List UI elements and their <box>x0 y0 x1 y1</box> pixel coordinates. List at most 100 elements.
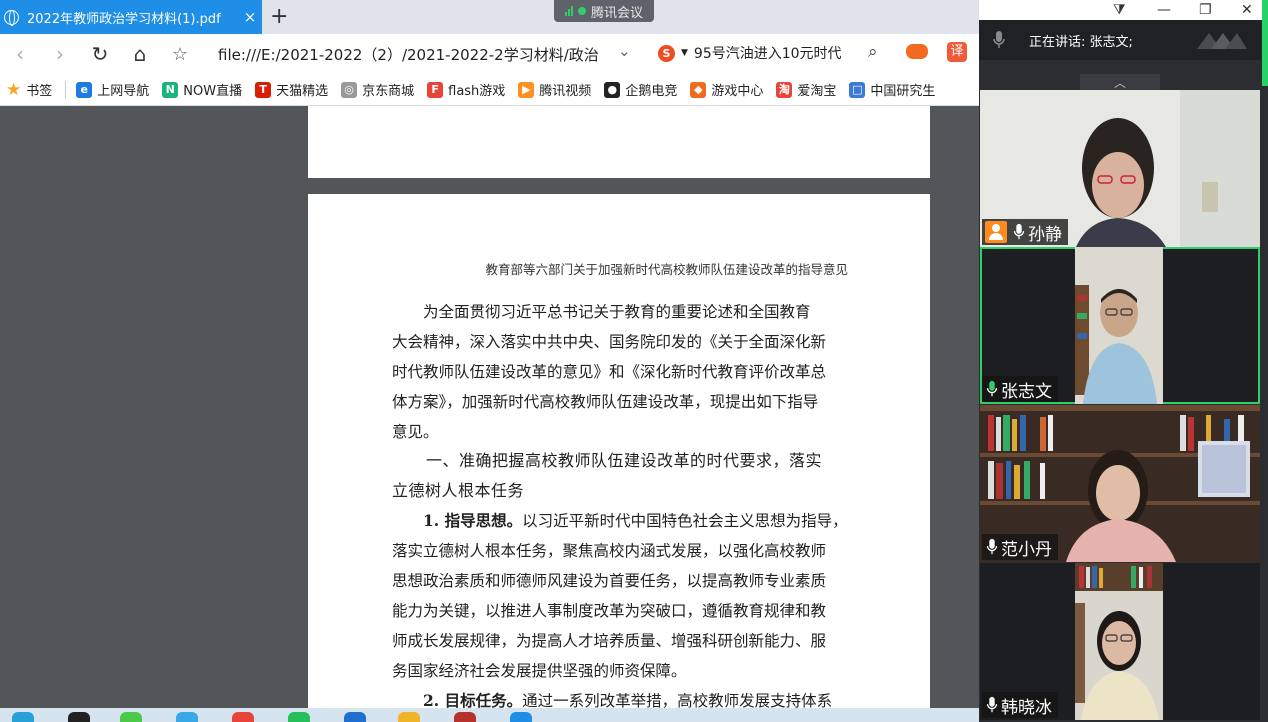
meeting-pill-label: 腾讯会议 <box>590 5 643 21</box>
participant-name-tag: 孙静 <box>982 219 1068 245</box>
translate-icon[interactable]: 译 <box>947 42 967 62</box>
qq-icon[interactable] <box>68 712 90 722</box>
taskbar-app-icon[interactable] <box>288 712 310 722</box>
bookmark-label: 中国研究生 <box>870 84 936 99</box>
tab-bar: 2022年教师政治学习材料(1).pdf × + <box>0 0 980 34</box>
taskbar-app-icon[interactable] <box>454 712 476 722</box>
bookmark-label: 企鹅电竞 <box>625 84 678 99</box>
pdf-viewer[interactable]: 教育部等六部门关于加强新时代高校教师队伍建设改革的指导意见 为全面贯彻习近平总书… <box>0 106 980 708</box>
bookmark-item[interactable]: ● 企鹅电竞 <box>604 80 677 99</box>
search-suggestion-text: 95号汽油进入10元时代 <box>693 46 842 62</box>
intro-paragraph: 为全面贯彻习近平总书记关于教育的重要论述和全国教育 大会精神，深入落实中共中央、… <box>392 303 827 441</box>
microphone-icon <box>986 538 998 555</box>
speaking-label: 正在讲话: 张志文; <box>1029 34 1133 50</box>
sogou-icon: S <box>658 44 675 62</box>
video-tile-zhang-zhiwen[interactable]: 张志文 <box>980 247 1260 404</box>
bookmark-list: e 上网导航 N NOW直播 T 天猫精选 ◎ 京东商城 Fflash游戏 ▶ 腾讯视频 ● 企鹅电竞 ◆… <box>76 80 948 99</box>
pdf-page: 教育部等六部门关于加强新时代高校教师队伍建设改革的指导意见 为全面贯彻习近平总书… <box>308 194 930 708</box>
bookmark-site-icon: T <box>255 81 272 98</box>
bookmark-site-icon: e <box>76 81 93 98</box>
bookmark-site-icon: F <box>427 81 444 98</box>
participant-name: 孙静 <box>1028 224 1062 245</box>
address-field[interactable]: file:///E:/2021-2022（2）/2021-2022-2学习材料/… <box>218 44 599 65</box>
star-icon: ★ <box>6 79 22 100</box>
gamepad-icon[interactable] <box>906 44 928 59</box>
microphone-icon <box>1013 223 1025 240</box>
bookmark-item[interactable]: □ 中国研究生 <box>849 80 935 99</box>
pdf-page-previous <box>308 106 930 178</box>
taskbar-app-icon[interactable] <box>344 712 366 722</box>
participant-name-tag: 张志文 <box>982 376 1058 402</box>
microphone-icon[interactable] <box>991 30 1007 50</box>
back-icon[interactable]: ‹ <box>0 42 40 66</box>
bookmark-label: 腾讯视频 <box>539 84 592 99</box>
bookmark-item[interactable]: e 上网导航 <box>76 80 149 99</box>
signal-icon <box>564 6 573 16</box>
recording-dot-icon <box>577 7 586 15</box>
chevron-down-icon[interactable]: ⌄ <box>618 42 631 60</box>
bookmark-site-icon: ◆ <box>690 81 707 98</box>
participant-name-tag: 韩晓冰 <box>982 692 1058 718</box>
section-heading: 一、准确把握高校教师队伍建设改革的时代要求，落实 立德树人根本任务 <box>392 451 823 500</box>
microphone-speaking-icon <box>986 380 998 397</box>
taskbar-app-icon[interactable] <box>510 712 532 722</box>
divider <box>65 80 67 99</box>
screen-share-indicator <box>1262 0 1268 86</box>
bookmark-site-icon: ◎ <box>341 81 358 98</box>
filter-icon[interactable]: ⧩ <box>1113 2 1126 18</box>
bookmark-site-icon: □ <box>849 81 866 98</box>
folder-icon[interactable] <box>398 712 420 722</box>
target-task-paragraph: 2. 目标任务。通过一系列改革举措，高校教师发展支持体系 <box>423 691 833 708</box>
taskbar-app-icon[interactable] <box>12 712 34 722</box>
microphone-icon <box>986 696 998 713</box>
bookmark-item[interactable]: ▶ 腾讯视频 <box>518 80 591 99</box>
bookmark-item[interactable]: T 天猫精选 <box>255 80 328 99</box>
bookmark-label: 爱淘宝 <box>797 84 837 99</box>
bookmark-label: flash游戏 <box>448 84 506 99</box>
bookmark-item[interactable]: ◎ 京东商城 <box>341 80 414 99</box>
video-tile-sun-jing[interactable]: 孙静 <box>980 90 1260 247</box>
restore-icon[interactable]: ❐ <box>1199 2 1212 18</box>
window-controls: ⧩ — ❐ ✕ <box>979 0 1268 20</box>
wechat-icon[interactable] <box>120 712 142 722</box>
tab-pdf[interactable]: 2022年教师政治学习材料(1).pdf × <box>0 0 262 34</box>
search-suggestion[interactable]: S ▼ 95号汽油进入10元时代 <box>658 43 842 63</box>
taskbar <box>0 708 980 722</box>
bookmark-folder[interactable]: ★ 书签 <box>6 80 52 100</box>
taskbar-app-icon[interactable] <box>232 712 254 722</box>
bookmark-site-icon: ▶ <box>518 81 535 98</box>
participant-name: 范小丹 <box>1001 539 1052 560</box>
close-icon[interactable]: ✕ <box>1241 2 1253 18</box>
new-tab-button[interactable]: + <box>270 4 288 29</box>
star-icon[interactable]: ☆ <box>160 44 200 65</box>
home-icon[interactable]: ⌂ <box>120 42 160 66</box>
bookmark-item[interactable]: ◆ 游戏中心 <box>690 80 763 99</box>
video-tile-han-xiaobing[interactable]: 韩晓冰 <box>980 563 1260 720</box>
speaking-bar: 正在讲话: 张志文; <box>979 20 1261 60</box>
bookmark-site-icon: 淘 <box>776 81 793 98</box>
minimize-icon[interactable]: — <box>1157 2 1171 18</box>
search-dropdown-icon[interactable]: ▼ <box>681 48 688 58</box>
browser-icon[interactable] <box>176 712 198 722</box>
search-icon[interactable]: ⌕ <box>868 42 878 62</box>
bookmark-site-icon: N <box>162 81 179 98</box>
tencent-meeting-pill[interactable]: 腾讯会议 <box>554 0 654 22</box>
tab-close-button[interactable]: × <box>238 8 262 26</box>
bookmark-item[interactable]: 淘爱淘宝 <box>776 80 836 99</box>
bookmark-site-icon: ● <box>604 81 621 98</box>
participant-name: 韩晓冰 <box>1001 697 1052 718</box>
bookmark-item[interactable]: N NOW直播 <box>162 80 242 99</box>
bookmark-label: 上网导航 <box>97 84 150 99</box>
tab-title: 2022年教师政治学习材料(1).pdf <box>27 11 221 27</box>
bookmark-label: 天猫精选 <box>276 84 329 99</box>
video-feed <box>1075 563 1163 720</box>
video-tile-fan-xiaodan[interactable]: 范小丹 <box>980 405 1260 562</box>
bookmark-item[interactable]: Fflash游戏 <box>427 80 505 99</box>
reload-icon[interactable]: ↻ <box>80 42 120 66</box>
guiding-ideology-paragraph: 1. 指导思想。以习近平新时代中国特色社会主义思想为指导， 落实立德树人根本任务… <box>392 511 848 680</box>
nav-bar: ‹ › ↻ ⌂ ☆ file:///E:/2021-2022（2）/2021-2… <box>0 34 980 74</box>
bookmarks-bar: ★ 书签 e 上网导航 N NOW直播 T 天猫精选 ◎ 京东商城 Fflash游戏 ▶ 腾讯视频 ●… <box>0 74 980 106</box>
bookmark-label: 京东商城 <box>362 84 415 99</box>
video-feed <box>1075 247 1163 404</box>
forward-icon[interactable]: › <box>40 42 80 66</box>
